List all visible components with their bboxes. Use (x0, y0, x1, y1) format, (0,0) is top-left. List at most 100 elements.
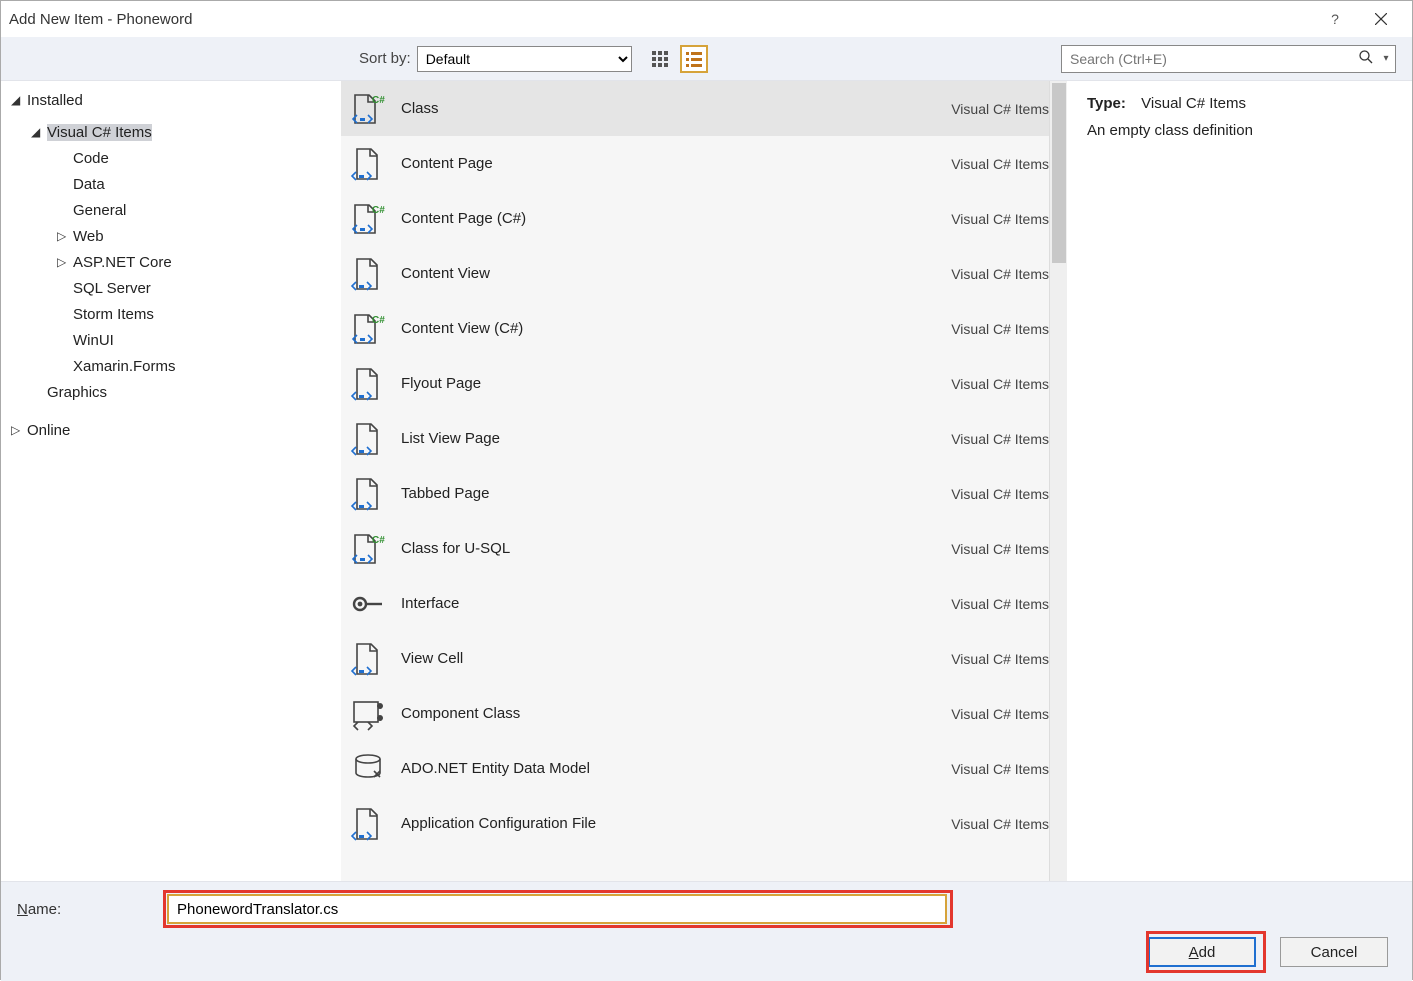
search-box[interactable]: ▾ (1061, 45, 1396, 73)
svg-text:C#: C# (372, 315, 385, 326)
template-category: Visual C# Items (951, 761, 1049, 777)
component-icon (347, 693, 389, 735)
template-category: Visual C# Items (951, 211, 1049, 227)
template-name: List View Page (401, 430, 951, 447)
csharp-icon: C# (347, 198, 389, 240)
template-category: Visual C# Items (951, 816, 1049, 832)
chevron-right-icon: ▷ (11, 423, 27, 437)
template-row[interactable]: ADO.NET Entity Data ModelVisual C# Items (341, 741, 1067, 796)
template-name: Content View (401, 265, 951, 282)
template-category: Visual C# Items (951, 596, 1049, 612)
template-name: Class for U-SQL (401, 540, 951, 557)
tree-graphics[interactable]: Graphics (11, 379, 331, 405)
template-row[interactable]: C# Class for U-SQLVisual C# Items (341, 521, 1067, 576)
tree-online[interactable]: ▷ Online (11, 417, 331, 443)
tree-item-label: SQL Server (73, 280, 151, 297)
name-label: Name: (17, 901, 167, 918)
tree-item[interactable]: WinUI (11, 327, 331, 353)
template-name: Application Configuration File (401, 815, 951, 832)
details-panel: Type: Visual C# Items An empty class def… (1067, 81, 1412, 881)
chevron-down-icon: ◢ (11, 93, 27, 107)
template-name: Tabbed Page (401, 485, 951, 502)
svg-text:C#: C# (372, 535, 385, 546)
template-row[interactable]: Content PageVisual C# Items (341, 136, 1067, 191)
cancel-button[interactable]: Cancel (1280, 937, 1388, 967)
template-category: Visual C# Items (951, 321, 1049, 337)
template-row[interactable]: Component ClassVisual C# Items (341, 686, 1067, 741)
template-row[interactable]: C# Content View (C#)Visual C# Items (341, 301, 1067, 356)
template-name: Component Class (401, 705, 951, 722)
doc-icon (347, 638, 389, 680)
entity-icon (347, 748, 389, 790)
tree-item-label: WinUI (73, 332, 114, 349)
list-icon (685, 50, 703, 68)
doc-icon (347, 363, 389, 405)
tree-item[interactable]: Storm Items (11, 301, 331, 327)
search-icon[interactable] (1351, 50, 1381, 67)
template-category: Visual C# Items (951, 431, 1049, 447)
chevron-right-icon: ▷ (57, 229, 73, 243)
view-grid-button[interactable] (646, 45, 674, 73)
template-name: Interface (401, 595, 951, 612)
search-dropdown[interactable]: ▾ (1381, 53, 1395, 64)
template-category: Visual C# Items (951, 651, 1049, 667)
doc-icon (347, 418, 389, 460)
tree-item[interactable]: ▷ASP.NET Core (11, 249, 331, 275)
tree-item[interactable]: SQL Server (11, 275, 331, 301)
template-category: Visual C# Items (951, 266, 1049, 282)
template-category: Visual C# Items (951, 376, 1049, 392)
template-list: C# ClassVisual C# Items Content PageVisu… (341, 81, 1067, 881)
template-list-scrollbar[interactable] (1049, 81, 1067, 881)
doc-icon (347, 803, 389, 845)
tree-item-label: ASP.NET Core (73, 254, 172, 271)
doc-icon (347, 253, 389, 295)
template-name: Flyout Page (401, 375, 951, 392)
template-category: Visual C# Items (951, 156, 1049, 172)
footer: Name: Add Cancel (1, 881, 1412, 981)
sort-by-select[interactable]: Default (417, 46, 632, 72)
window-title: Add New Item - Phoneword (9, 11, 192, 28)
sort-by-label: Sort by: (359, 50, 411, 67)
tree-item[interactable]: Code (11, 145, 331, 171)
tree-item[interactable]: General (11, 197, 331, 223)
scrollbar-thumb[interactable] (1052, 83, 1066, 263)
template-row[interactable]: Flyout PageVisual C# Items (341, 356, 1067, 411)
search-input[interactable] (1062, 51, 1351, 67)
tree-item-label: Web (73, 228, 104, 245)
csharp-icon: C# (347, 528, 389, 570)
help-button[interactable]: ? (1312, 1, 1358, 37)
annotation-add-highlight (1146, 931, 1266, 973)
svg-text:C#: C# (372, 95, 385, 106)
tree-item[interactable]: Data (11, 171, 331, 197)
template-row[interactable]: C# ClassVisual C# Items (341, 81, 1067, 136)
tree-installed[interactable]: ◢ Installed (11, 87, 331, 113)
template-name: ADO.NET Entity Data Model (401, 760, 951, 777)
template-row[interactable]: Application Configuration FileVisual C# … (341, 796, 1067, 851)
doc-icon (347, 143, 389, 185)
template-row[interactable]: InterfaceVisual C# Items (341, 576, 1067, 631)
template-row[interactable]: Content ViewVisual C# Items (341, 246, 1067, 301)
details-description: An empty class definition (1087, 122, 1392, 139)
template-row[interactable]: Tabbed PageVisual C# Items (341, 466, 1067, 521)
tree-visual-csharp-items[interactable]: ◢ Visual C# Items (11, 119, 331, 145)
template-list-scroll[interactable]: C# ClassVisual C# Items Content PageVisu… (341, 81, 1067, 881)
template-category: Visual C# Items (951, 706, 1049, 722)
template-name: Content View (C#) (401, 320, 951, 337)
template-row[interactable]: List View PageVisual C# Items (341, 411, 1067, 466)
tree-item-label: Data (73, 176, 105, 193)
close-button[interactable] (1358, 1, 1404, 37)
tree-item[interactable]: ▷Web (11, 223, 331, 249)
main-area: ◢ Installed ◢ Visual C# Items Code Data Ge… (1, 81, 1412, 881)
template-row[interactable]: View CellVisual C# Items (341, 631, 1067, 686)
details-type-label: Type: (1087, 95, 1137, 112)
chevron-down-icon: ◢ (31, 125, 47, 139)
view-list-button[interactable] (680, 45, 708, 73)
template-category: Visual C# Items (951, 101, 1049, 117)
close-icon (1375, 13, 1387, 25)
template-name: Class (401, 100, 951, 117)
doc-icon (347, 473, 389, 515)
titlebar: Add New Item - Phoneword ? (1, 1, 1412, 37)
template-name: Content Page (401, 155, 951, 172)
tree-item[interactable]: Xamarin.Forms (11, 353, 331, 379)
template-row[interactable]: C# Content Page (C#)Visual C# Items (341, 191, 1067, 246)
